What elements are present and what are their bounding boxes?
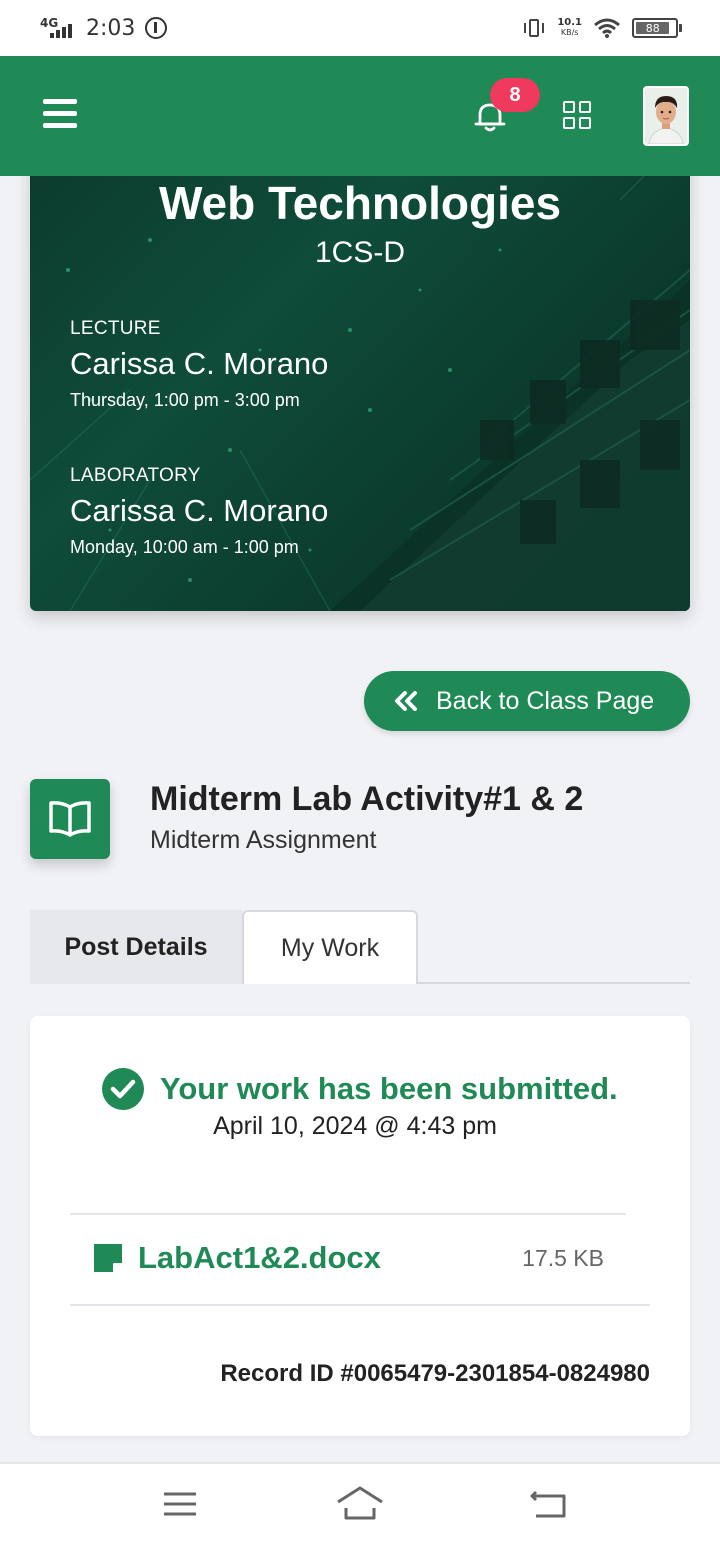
lecture-schedule: LECTURE Carissa C. Morano Thursday, 1:00… — [70, 318, 328, 411]
home-icon[interactable] — [332, 1484, 388, 1524]
status-left: 4G 2:03 — [40, 15, 168, 41]
divider-bottom — [70, 1304, 650, 1306]
divider-top — [70, 1213, 626, 1215]
battery-icon: 88 — [632, 18, 682, 38]
menu-icon[interactable] — [43, 99, 77, 129]
post-title: Midterm Lab Activity#1 & 2 — [150, 780, 584, 818]
lecture-instructor: Carissa C. Morano — [70, 346, 329, 381]
lecture-time: Thursday, 1:00 pm - 3:00 pm — [70, 390, 300, 410]
back-icon[interactable] — [522, 1484, 578, 1524]
attachment-row: LabAct1&2.docx 17.5 KB — [94, 1238, 604, 1278]
network-speed: 10.1 KB/s — [557, 18, 582, 38]
submission-status: Your work has been submitted. — [102, 1068, 618, 1110]
laboratory-schedule: LABORATORY Carissa C. Morano Monday, 10:… — [70, 465, 328, 558]
signal-icon: 4G — [40, 16, 76, 40]
avatar[interactable] — [643, 86, 689, 146]
vibrate-icon — [523, 17, 545, 39]
tab-my-work[interactable]: My Work — [242, 910, 418, 984]
back-button-label: Back to Class Page — [436, 686, 655, 715]
submission-date: April 10, 2024 @ 4:43 pm — [213, 1112, 497, 1140]
profile-photo — [645, 88, 687, 144]
speed-unit: KB/s — [560, 28, 579, 37]
course-title: Web Technologies — [158, 177, 562, 229]
attachment-size: 17.5 KB — [522, 1244, 604, 1271]
book-icon — [49, 801, 91, 837]
attachment-link[interactable]: LabAct1&2.docx — [138, 1240, 381, 1276]
system-navigation-bar — [0, 1462, 720, 1544]
record-id: Record ID #0065479-2301854-0824980 — [220, 1360, 650, 1387]
file-icon — [94, 1244, 122, 1272]
back-to-class-button[interactable]: Back to Class Page — [364, 671, 690, 731]
lecture-label: LECTURE — [70, 318, 161, 339]
recent-apps-icon[interactable] — [152, 1484, 208, 1524]
check-circle-icon — [102, 1068, 144, 1110]
laboratory-label: LABORATORY — [70, 465, 201, 486]
status-right: 10.1 KB/s 88 — [523, 17, 682, 39]
my-work-card: Your work has been submitted. April 10, … — [30, 1016, 690, 1436]
apps-grid-icon[interactable] — [563, 101, 593, 131]
post-subtitle: Midterm Assignment — [150, 826, 377, 854]
laboratory-time: Monday, 10:00 am - 1:00 pm — [70, 537, 299, 557]
laboratory-instructor: Carissa C. Morano — [70, 493, 329, 528]
notification-badge: 8 — [490, 78, 540, 112]
double-chevron-left-icon — [395, 691, 417, 711]
post-type-badge — [30, 779, 110, 859]
data-saver-icon — [145, 17, 168, 39]
battery-level: 88 — [636, 22, 670, 35]
submission-status-text: Your work has been submitted. — [160, 1071, 618, 1106]
status-bar: 4G 2:03 10.1 KB/s 88 — [0, 0, 720, 56]
clock: 2:03 — [86, 15, 136, 41]
tab-post-details[interactable]: Post Details — [30, 910, 242, 984]
app-header: 8 — [0, 56, 720, 176]
wifi-icon — [594, 18, 620, 38]
course-section: 1CS-D — [314, 236, 405, 269]
course-banner: Web Technologies 1CS-D LECTURE Carissa C… — [30, 150, 690, 611]
speed-value: 10.1 — [557, 17, 582, 28]
